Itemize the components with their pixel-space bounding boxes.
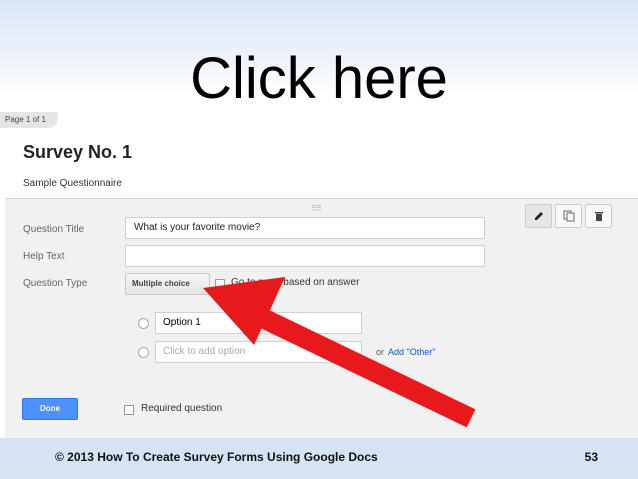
question-title-input[interactable]: What is your favorite movie? [125,217,485,239]
footer-text: © 2013 How To Create Survey Forms Using … [55,450,378,464]
or-label: or [376,347,385,357]
forms-editor-screenshot: Page 1 of 1 Survey No. 1 Sample Question… [0,112,638,438]
question-title-label: Question Title [23,224,85,235]
go-to-page-label: Go to page based on answer [231,277,360,288]
edit-button[interactable] [525,204,552,228]
question-type-select[interactable]: Multiple choice [125,273,210,295]
help-text-label: Help Text [23,251,65,262]
go-to-page-checkbox[interactable] [215,279,225,289]
trash-icon [594,212,603,221]
new-option-radio [138,347,149,358]
option-1-input[interactable]: Option 1 [155,312,362,334]
option-1-radio [138,318,149,329]
page-indicator: Page 1 of 1 [0,112,58,128]
add-other-link[interactable]: Add "Other" [388,347,435,357]
slide-page-number: 53 [584,450,598,464]
required-question-label: Required question [141,403,223,414]
question-toolbar [525,204,612,230]
form-description[interactable]: Sample Questionnaire [23,178,122,189]
slide-title: Click here [190,46,448,111]
question-type-label: Question Type [23,278,88,289]
required-question-checkbox[interactable] [124,405,134,415]
help-text-input[interactable] [125,245,485,267]
delete-button[interactable] [585,204,612,228]
add-option-input[interactable]: Click to add option [155,341,362,363]
duplicate-button[interactable] [555,204,582,228]
duplicate-icon [563,210,574,222]
pencil-icon [534,212,543,220]
form-title[interactable]: Survey No. 1 [23,142,132,163]
drag-handle-icon[interactable]: ⠿⠿ [311,204,322,213]
done-button[interactable]: Done [22,398,78,420]
